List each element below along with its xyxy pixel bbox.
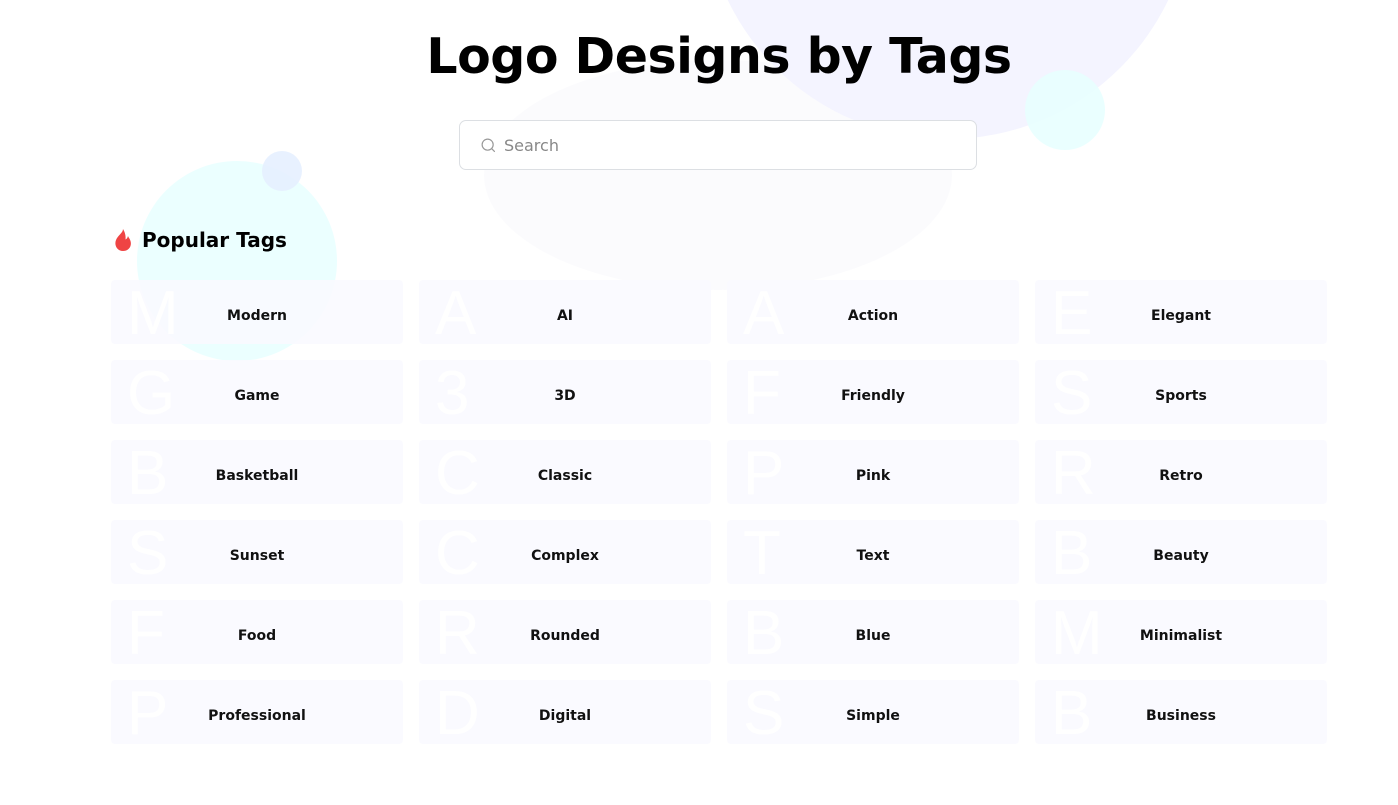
tag-card[interactable]: S Simple xyxy=(727,680,1019,744)
tag-card[interactable]: S Sports xyxy=(1035,360,1327,424)
tag-label: Text xyxy=(856,548,890,564)
tag-card[interactable]: A Action xyxy=(727,280,1019,344)
tag-card[interactable]: C Classic xyxy=(419,440,711,504)
tag-card[interactable]: P Pink xyxy=(727,440,1019,504)
tag-card[interactable]: B Basketball xyxy=(111,440,403,504)
tag-label: AI xyxy=(556,308,574,324)
tag-card[interactable]: E Elegant xyxy=(1035,280,1327,344)
tag-label: Sunset xyxy=(229,548,285,564)
tag-grid: M Modern A AI A Action E Elegant G Game 3 3D F Friend… xyxy=(111,280,1327,744)
tag-label: Game xyxy=(234,388,280,404)
tag-label: Complex xyxy=(531,548,599,564)
tag-label: Rounded xyxy=(530,628,600,644)
tag-label: Professional xyxy=(208,708,306,724)
tag-label: 3D xyxy=(554,388,576,404)
tag-card[interactable]: G Game xyxy=(111,360,403,424)
tag-card[interactable]: B Beauty xyxy=(1035,520,1327,584)
popular-tags-heading: Popular Tags xyxy=(112,228,287,252)
tag-card[interactable]: F Friendly xyxy=(727,360,1019,424)
tag-label: Business xyxy=(1146,708,1216,724)
tag-label: Friendly xyxy=(841,388,905,404)
tag-label: Sports xyxy=(1155,388,1207,404)
tag-card[interactable]: B Blue xyxy=(727,600,1019,664)
tag-card[interactable]: D Digital xyxy=(419,680,711,744)
tag-label: Pink xyxy=(855,468,891,484)
tag-label: Beauty xyxy=(1153,548,1209,564)
tag-card[interactable]: 3 3D xyxy=(419,360,711,424)
tag-card[interactable]: R Rounded xyxy=(419,600,711,664)
tag-label: Retro xyxy=(1159,468,1203,484)
tag-card[interactable]: C Complex xyxy=(419,520,711,584)
section-title: Popular Tags xyxy=(142,228,287,252)
page-title: Logo Designs by Tags xyxy=(426,28,1012,85)
tag-card[interactable]: T Text xyxy=(727,520,1019,584)
tag-label: Food xyxy=(237,628,277,644)
tag-card[interactable]: R Retro xyxy=(1035,440,1327,504)
tag-label: Minimalist xyxy=(1139,628,1223,644)
tag-label: Action xyxy=(847,308,899,324)
tag-card[interactable]: P Professional xyxy=(111,680,403,744)
tag-card[interactable]: A AI xyxy=(419,280,711,344)
fire-icon xyxy=(115,229,131,251)
search-icon xyxy=(481,138,496,152)
tag-label: Basketball xyxy=(215,468,299,484)
tag-label: Digital xyxy=(538,708,592,724)
tag-card[interactable]: B Business xyxy=(1035,680,1327,744)
decorative-circle xyxy=(262,151,302,191)
tag-label: Simple xyxy=(846,708,900,724)
tag-card[interactable]: F Food xyxy=(111,600,403,664)
tag-label: Elegant xyxy=(1151,308,1211,324)
tag-card[interactable]: M Minimalist xyxy=(1035,600,1327,664)
tag-label: Classic xyxy=(537,468,593,484)
tag-card[interactable]: M Modern xyxy=(111,280,403,344)
tag-label: Modern xyxy=(227,308,287,324)
tag-label: Blue xyxy=(855,628,891,644)
search-box[interactable] xyxy=(459,120,977,170)
tag-card[interactable]: S Sunset xyxy=(111,520,403,584)
search-input[interactable] xyxy=(504,135,944,155)
